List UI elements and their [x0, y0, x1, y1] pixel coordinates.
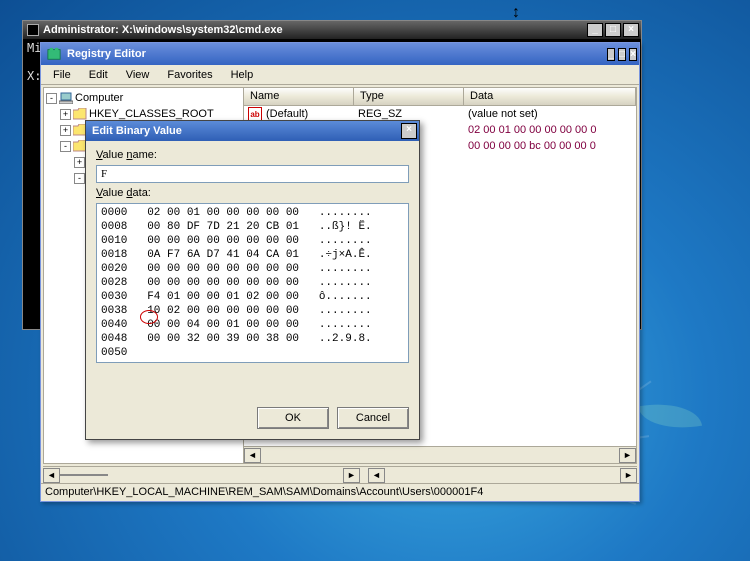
resize-cursor-icon: ↕	[512, 4, 520, 22]
scroll-left-icon[interactable]: ◄	[368, 468, 385, 483]
value-data-label: Value data:	[96, 187, 409, 199]
edit-binary-dialog: Edit Binary Value × Value name: Value da…	[85, 120, 420, 440]
tree-h-scrollbar[interactable]: ◄ ► ◄ ►	[43, 466, 637, 483]
tree-root[interactable]: - Computer	[46, 90, 241, 106]
tree-label: HKEY_CLASSES_ROOT	[89, 108, 214, 120]
dialog-titlebar[interactable]: Edit Binary Value ×	[86, 121, 419, 141]
cell-name: (Default)	[266, 108, 358, 120]
col-type[interactable]: Type	[354, 88, 464, 105]
close-button[interactable]: ×	[401, 123, 417, 139]
scrollbar-thumb[interactable]	[60, 474, 108, 476]
expander-minus-icon[interactable]: -	[60, 141, 71, 152]
menu-view[interactable]: View	[118, 68, 158, 82]
value-name-input[interactable]	[96, 165, 409, 183]
maximize-button[interactable]: □	[618, 48, 626, 61]
ok-button[interactable]: OK	[257, 407, 329, 429]
status-bar: Computer\HKEY_LOCAL_MACHINE\REM_SAM\SAM\…	[41, 483, 639, 501]
cell-data: 00 00 00 00 bc 00 00 00 0	[468, 140, 596, 152]
regedit-icon	[47, 47, 61, 61]
regedit-titlebar[interactable]: Registry Editor _ □ ×	[41, 43, 639, 65]
status-text: Computer\HKEY_LOCAL_MACHINE\REM_SAM\SAM\…	[45, 486, 483, 498]
folder-icon	[73, 108, 87, 120]
close-button[interactable]: ×	[623, 23, 639, 37]
decor-leaf	[638, 396, 702, 436]
scroll-right-icon[interactable]: ►	[619, 448, 636, 463]
menu-help[interactable]: Help	[223, 68, 262, 82]
h-scrollbar[interactable]: ◄ ►	[244, 446, 636, 463]
computer-icon	[59, 92, 73, 104]
cell-data: 02 00 01 00 00 00 00 00 0	[468, 124, 596, 136]
col-name[interactable]: Name	[244, 88, 354, 105]
cancel-button[interactable]: Cancel	[337, 407, 409, 429]
expander-plus-icon[interactable]: +	[74, 157, 85, 168]
list-header: Name Type Data	[244, 88, 636, 106]
scroll-left-icon[interactable]: ◄	[43, 468, 60, 483]
scroll-right-icon[interactable]: ►	[620, 468, 637, 483]
col-data[interactable]: Data	[464, 88, 636, 105]
cell-data: (value not set)	[468, 108, 538, 120]
expander-plus-icon[interactable]: +	[60, 109, 71, 120]
cell-type: REG_SZ	[358, 108, 468, 120]
value-data-hex-input[interactable]	[96, 203, 409, 363]
expander-plus-icon[interactable]: +	[60, 125, 71, 136]
regedit-title-text: Registry Editor	[67, 48, 146, 60]
close-button[interactable]: ×	[629, 48, 637, 61]
cmd-icon	[27, 24, 39, 36]
value-name-label: Value name:	[96, 149, 409, 161]
menu-bar: File Edit View Favorites Help	[41, 65, 639, 85]
menu-file[interactable]: File	[45, 68, 79, 82]
cmd-title-text: Administrator: X:\windows\system32\cmd.e…	[43, 24, 283, 36]
tree-label: Computer	[75, 92, 123, 104]
menu-edit[interactable]: Edit	[81, 68, 116, 82]
maximize-button[interactable]: □	[605, 23, 621, 37]
expander-minus-icon[interactable]: -	[74, 173, 85, 184]
dialog-title-text: Edit Binary Value	[92, 125, 182, 137]
string-value-icon: ab	[248, 107, 262, 121]
cmd-titlebar[interactable]: Administrator: X:\windows\system32\cmd.e…	[23, 21, 641, 39]
menu-favorites[interactable]: Favorites	[159, 68, 220, 82]
scroll-left-icon[interactable]: ◄	[244, 448, 261, 463]
minimize-button[interactable]: _	[607, 48, 615, 61]
scroll-right-icon[interactable]: ►	[343, 468, 360, 483]
expander-minus-icon[interactable]: -	[46, 93, 57, 104]
minimize-button[interactable]: _	[587, 23, 603, 37]
